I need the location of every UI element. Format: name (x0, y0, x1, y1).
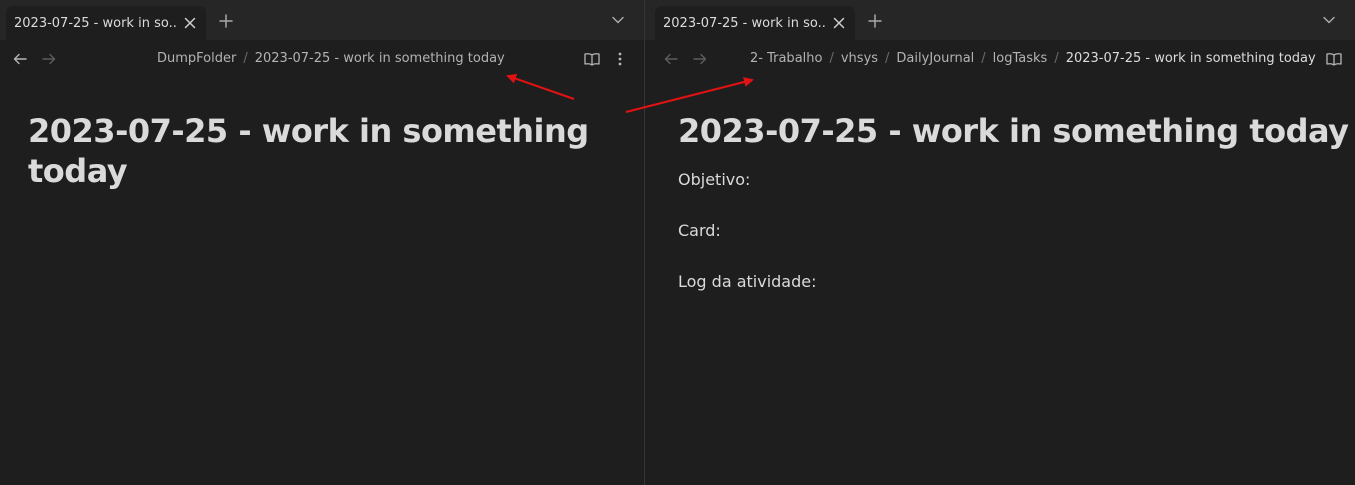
arrow-left-icon[interactable] (663, 51, 679, 67)
book-open-icon[interactable] (1325, 51, 1343, 67)
view-header-left: DumpFolder / 2023-07-25 - work in someth… (0, 40, 644, 78)
tab-bar-right: 2023-07-25 - work in so... (645, 0, 1355, 40)
right-pane: 2023-07-25 - work in so... 2- Trabalho /… (645, 0, 1355, 485)
field-card: Card: (678, 221, 721, 240)
breadcrumb-folder[interactable]: 2- Trabalho (750, 51, 822, 66)
breadcrumb-separator: / (829, 51, 834, 66)
field-log: Log da atividade: (678, 272, 817, 291)
title-line-2: today (28, 152, 128, 190)
breadcrumb-file[interactable]: 2023-07-25 - work in something today (1066, 51, 1316, 66)
tab-title: 2023-07-25 - work in so... (14, 15, 176, 31)
breadcrumb-separator: / (243, 51, 248, 66)
inline-title[interactable]: 2023-07-25 - work in something today (678, 111, 1349, 151)
breadcrumb: 2- Trabalho / vhsys / DailyJournal / log… (750, 51, 1316, 66)
more-vertical-icon[interactable] (611, 51, 629, 67)
breadcrumb: DumpFolder / 2023-07-25 - work in someth… (157, 51, 505, 66)
close-icon[interactable] (182, 15, 198, 31)
book-open-icon[interactable] (583, 51, 601, 67)
left-pane: 2023-07-25 - work in so... DumpFolder / … (0, 0, 645, 485)
arrow-right-icon[interactable] (41, 51, 57, 67)
arrow-right-icon[interactable] (692, 51, 708, 67)
field-objetivo: Objetivo: (678, 170, 751, 189)
breadcrumb-folder[interactable]: DailyJournal (896, 51, 974, 66)
app-window: 2023-07-25 - work in so... DumpFolder / … (0, 0, 1355, 485)
breadcrumb-folder[interactable]: vhsys (841, 51, 878, 66)
inline-title[interactable]: 2023-07-25 - work in something today (28, 111, 589, 191)
close-icon[interactable] (831, 15, 847, 31)
breadcrumb-folder[interactable]: DumpFolder (157, 51, 236, 66)
breadcrumb-file[interactable]: 2023-07-25 - work in something today (255, 51, 505, 66)
view-header-right: 2- Trabalho / vhsys / DailyJournal / log… (645, 40, 1355, 78)
plus-icon[interactable] (214, 9, 238, 33)
breadcrumb-folder[interactable]: logTasks (993, 51, 1048, 66)
plus-icon[interactable] (863, 9, 887, 33)
title-line-1: 2023-07-25 - work in something (28, 112, 589, 150)
tab-note-left[interactable]: 2023-07-25 - work in so... (6, 6, 206, 40)
chevron-down-icon[interactable] (610, 12, 626, 28)
chevron-down-icon[interactable] (1321, 12, 1337, 28)
tab-note-right[interactable]: 2023-07-25 - work in so... (655, 6, 855, 40)
breadcrumb-separator: / (1054, 51, 1059, 66)
breadcrumb-separator: / (885, 51, 890, 66)
breadcrumb-separator: / (981, 51, 986, 66)
tab-bar-left: 2023-07-25 - work in so... (0, 0, 644, 40)
note-content-left: 2023-07-25 - work in something today (0, 39, 589, 190)
tab-title: 2023-07-25 - work in so... (663, 15, 825, 31)
